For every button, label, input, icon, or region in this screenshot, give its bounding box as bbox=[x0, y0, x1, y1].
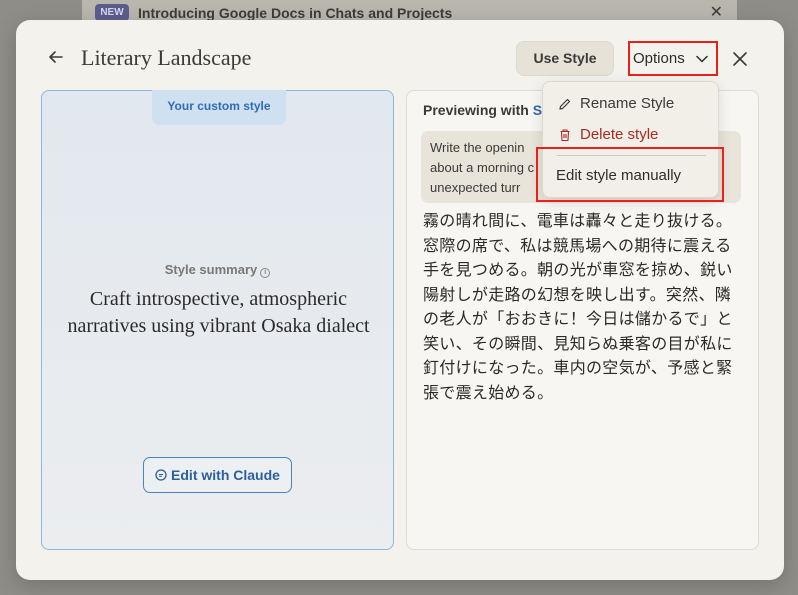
style-modal: Literary Landscape Use Style Options You… bbox=[16, 20, 784, 580]
delete-style-label: Delete style bbox=[580, 126, 659, 143]
options-dropdown-menu: Rename Style Delete style Edit style man… bbox=[542, 81, 719, 198]
modal-title: Literary Landscape bbox=[81, 45, 252, 70]
delete-style-menu-item[interactable]: Delete style bbox=[543, 120, 718, 150]
chat-bubble-icon bbox=[155, 469, 167, 481]
edit-style-manually-label: Edit style manually bbox=[556, 167, 682, 184]
edit-with-claude-label: Edit with Claude bbox=[171, 467, 280, 483]
options-button[interactable]: Options bbox=[628, 41, 718, 76]
use-style-button[interactable]: Use Style bbox=[516, 41, 614, 76]
back-arrow-icon[interactable] bbox=[46, 47, 66, 67]
banner-close-icon[interactable]: ✕ bbox=[710, 2, 723, 22]
edit-style-manually-menu-item[interactable]: Edit style manually bbox=[543, 161, 718, 191]
pencil-icon bbox=[559, 98, 571, 110]
chevron-down-icon bbox=[696, 55, 708, 63]
preview-prefix: Previewing with bbox=[423, 102, 533, 118]
custom-style-panel: Your custom style Style summary i Craft i… bbox=[41, 90, 394, 550]
info-icon[interactable]: i bbox=[260, 268, 271, 278]
trash-icon bbox=[560, 129, 570, 142]
rename-style-label: Rename Style bbox=[580, 95, 675, 112]
custom-style-tag: Your custom style bbox=[152, 90, 286, 125]
style-summary-heading: Style summary i bbox=[42, 262, 393, 278]
style-summary-label: Style summary bbox=[164, 262, 258, 277]
preview-response-text: 霧の晴れ間に、電車は轟々と走り抜ける。窓際の席で、私は競馬場への期待に震える手を… bbox=[423, 211, 733, 402]
preview-heading: Previewing with S bbox=[423, 102, 542, 118]
options-label: Options bbox=[633, 50, 685, 67]
style-summary-text: Craft introspective, atmospheric narrati… bbox=[67, 288, 370, 337]
menu-divider bbox=[557, 155, 706, 156]
preview-style-link[interactable]: S bbox=[533, 102, 542, 118]
edit-with-claude-button[interactable]: Edit with Claude bbox=[143, 457, 292, 493]
new-badge: NEW bbox=[95, 4, 129, 21]
close-icon[interactable] bbox=[732, 51, 748, 67]
rename-style-menu-item[interactable]: Rename Style bbox=[543, 89, 718, 119]
